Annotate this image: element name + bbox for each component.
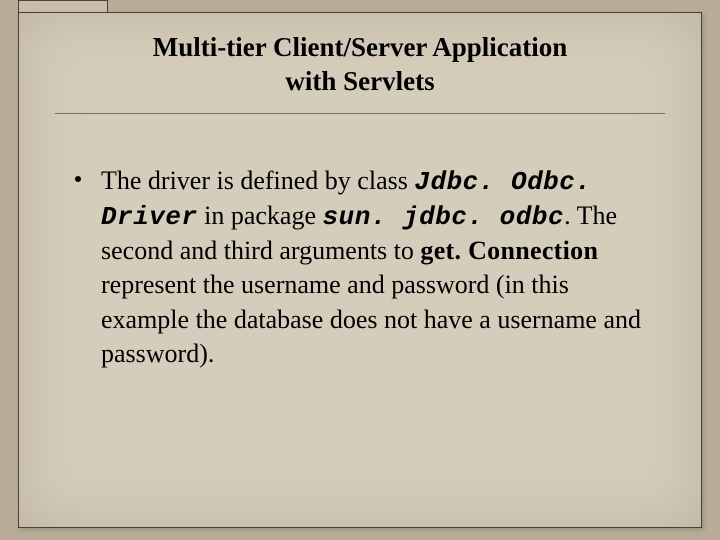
code-method: get. Connection — [420, 236, 598, 265]
body-text-4: represent the username and password (in … — [101, 270, 641, 368]
code-package: sun. jdbc. odbc — [323, 202, 565, 232]
slide-body: The driver is defined by class Jdbc. Odb… — [19, 114, 701, 372]
slide-card: Multi-tier Client/Server Application wit… — [18, 12, 702, 528]
body-text-1: The driver is defined by class — [101, 166, 414, 195]
title-line-2: with Servlets — [285, 66, 434, 96]
folder-tab — [18, 0, 108, 12]
bullet-icon — [75, 176, 81, 182]
title-line-1: Multi-tier Client/Server Application — [153, 32, 567, 62]
body-text-2: in package — [198, 201, 323, 230]
bullet-item: The driver is defined by class Jdbc. Odb… — [101, 164, 641, 372]
slide-title: Multi-tier Client/Server Application wit… — [19, 13, 701, 113]
